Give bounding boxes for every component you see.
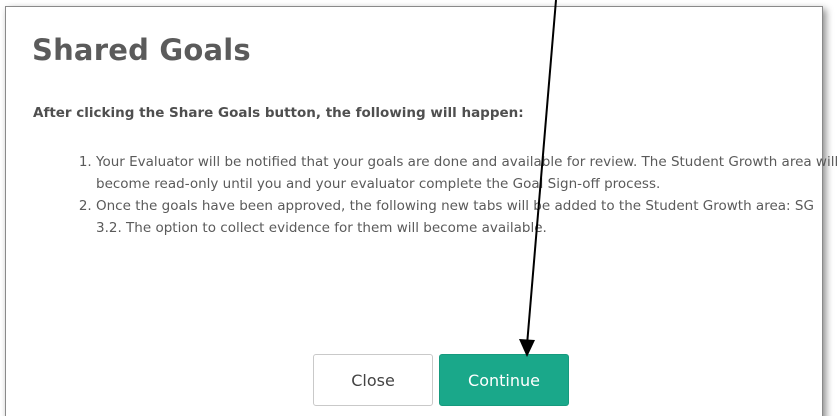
close-button[interactable]: Close — [313, 354, 433, 406]
continue-button[interactable]: Continue — [439, 354, 569, 406]
steps-list: Your Evaluator will be notified that you… — [78, 151, 838, 239]
close-button-label: Close — [351, 370, 395, 390]
step-item-2: Once the goals have been approved, the f… — [96, 195, 838, 239]
dialog-title: Shared Goals — [32, 33, 251, 67]
shared-goals-dialog: Shared Goals After clicking the Share Go… — [5, 6, 838, 416]
step-item-1: Your Evaluator will be notified that you… — [96, 151, 838, 195]
dialog-intro: After clicking the Share Goals button, t… — [33, 105, 524, 121]
continue-button-label: Continue — [468, 370, 540, 390]
